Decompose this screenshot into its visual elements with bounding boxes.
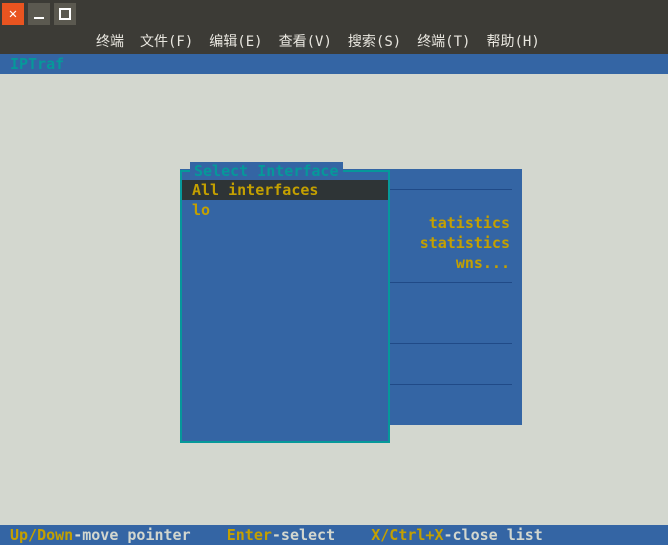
maximize-icon — [59, 8, 71, 20]
close-icon: ✕ — [9, 6, 17, 22]
bg-line: statistics — [420, 233, 510, 253]
menu-view[interactable]: 查看(V) — [273, 29, 338, 53]
menu-search[interactable]: 搜索(S) — [342, 29, 407, 53]
menubar: 终端 文件(F) 编辑(E) 查看(V) 搜索(S) 终端(T) 帮助(H) — [0, 28, 668, 54]
menu-terminal[interactable]: 终端 — [90, 29, 130, 53]
status-key: Up/Down — [10, 526, 73, 544]
status-text: -move pointer — [73, 526, 190, 544]
app-title: IPTraf — [10, 55, 64, 73]
interface-list[interactable]: All interfaces lo — [182, 180, 388, 220]
bg-line: tatistics — [429, 213, 510, 233]
status-text: -close list — [444, 526, 543, 544]
window-maximize-button[interactable] — [54, 3, 76, 25]
status-text: -select — [272, 526, 335, 544]
window-titlebar: ✕ — [0, 0, 668, 28]
status-key: X/Ctrl+X — [371, 526, 443, 544]
panel-title: Select Interface — [190, 162, 343, 180]
window-minimize-button[interactable] — [28, 3, 50, 25]
list-item[interactable]: lo — [182, 200, 388, 220]
app-title-bar: IPTraf — [0, 54, 668, 74]
menu-edit[interactable]: 编辑(E) — [203, 29, 268, 53]
menu-term[interactable]: 终端(T) — [411, 29, 476, 53]
minimize-icon — [33, 8, 45, 20]
bg-line: wns... — [456, 253, 510, 273]
status-bar: Up/Down-move pointer Enter-select X/Ctrl… — [0, 525, 668, 545]
select-interface-panel: Select Interface All interfaces lo — [180, 170, 390, 443]
window-close-button[interactable]: ✕ — [2, 3, 24, 25]
list-item[interactable]: All interfaces — [182, 180, 388, 200]
terminal-area: IPTraf tatistics statistics wns... Selec… — [0, 54, 668, 545]
status-key: Enter — [227, 526, 272, 544]
menu-help[interactable]: 帮助(H) — [480, 29, 545, 53]
menu-file[interactable]: 文件(F) — [134, 29, 199, 53]
